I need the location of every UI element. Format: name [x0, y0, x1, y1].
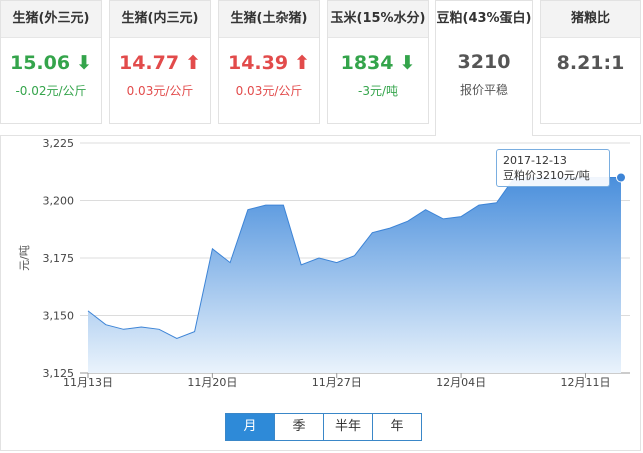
card-value: 3210 — [457, 51, 511, 73]
price-card-pig-local[interactable]: 生猪(土杂猪) 14.39 ⬆ 0.03元/公斤 — [218, 0, 320, 124]
tab-year[interactable]: 年 — [372, 414, 421, 440]
y-tick-label: 3,200 — [43, 195, 75, 208]
price-card-soymeal[interactable]: 豆粕(43%蛋白) 3210 报价平稳 — [435, 0, 533, 136]
y-tick-label: 3,225 — [43, 137, 75, 150]
arrow-down-icon: ⬇ — [399, 52, 416, 74]
card-value: 1834 ⬇ — [340, 52, 416, 74]
tab-half-year[interactable]: 半年 — [323, 414, 372, 440]
price-card-corn[interactable]: 玉米(15%水分) 1834 ⬇ -3元/吨 — [327, 0, 429, 124]
card-change: 0.03元/公斤 — [235, 84, 303, 98]
tooltip-value: 豆粕价3210元/吨 — [503, 169, 590, 182]
tooltip-date: 2017-12-13 — [503, 154, 567, 167]
card-change: -3元/吨 — [357, 84, 398, 98]
card-change: 0.03元/公斤 — [126, 84, 194, 98]
tab-month[interactable]: 月 — [226, 414, 274, 440]
price-card-pig-outer[interactable]: 生猪(外三元) 15.06 ⬇ -0.02元/公斤 — [0, 0, 102, 124]
highlight-point[interactable] — [616, 172, 626, 183]
price-card-pig-inner[interactable]: 生猪(内三元) 14.77 ⬆ 0.03元/公斤 — [109, 0, 211, 124]
card-value: 8.21:1 — [556, 52, 625, 74]
card-title: 玉米(15%水分) — [328, 1, 428, 38]
arrow-up-icon: ⬆ — [294, 52, 311, 74]
range-tabs: 月 季 半年 年 — [225, 413, 422, 441]
card-value: 15.06 ⬇ — [9, 52, 93, 74]
x-tick-label: 11月13日 — [63, 376, 113, 389]
chart-tooltip: 2017-12-13 豆粕价3210元/吨 — [496, 149, 610, 187]
card-value: 14.77 ⬆ — [118, 52, 202, 74]
price-card-pig-grain-ratio[interactable]: 猪粮比 8.21:1 — [540, 0, 641, 124]
card-title: 生猪(外三元) — [1, 1, 101, 38]
card-value: 14.39 ⬆ — [227, 52, 311, 74]
x-tick-label: 12月04日 — [436, 376, 486, 389]
card-title: 生猪(内三元) — [110, 1, 210, 38]
y-tick-label: 3,175 — [43, 252, 75, 265]
card-change: -0.02元/公斤 — [15, 84, 87, 98]
card-title: 豆粕(43%蛋白) — [436, 1, 532, 37]
arrow-up-icon: ⬆ — [185, 52, 202, 74]
card-title: 猪粮比 — [541, 1, 640, 38]
arrow-down-icon: ⬇ — [76, 52, 93, 74]
card-change: 报价平稳 — [459, 83, 508, 97]
card-title: 生猪(土杂猪) — [219, 1, 319, 38]
y-tick-label: 3,150 — [43, 310, 75, 323]
x-tick-label: 11月20日 — [187, 376, 237, 389]
x-tick-label: 11月27日 — [312, 376, 362, 389]
series-area — [88, 177, 621, 373]
price-cards: 生猪(外三元) 15.06 ⬇ -0.02元/公斤 生猪(内三元) 14.77 ⬆ … — [0, 0, 643, 136]
y-axis-label: 元/吨 — [18, 245, 31, 271]
x-tick-label: 12月11日 — [560, 376, 610, 389]
tab-quarter[interactable]: 季 — [274, 414, 323, 440]
